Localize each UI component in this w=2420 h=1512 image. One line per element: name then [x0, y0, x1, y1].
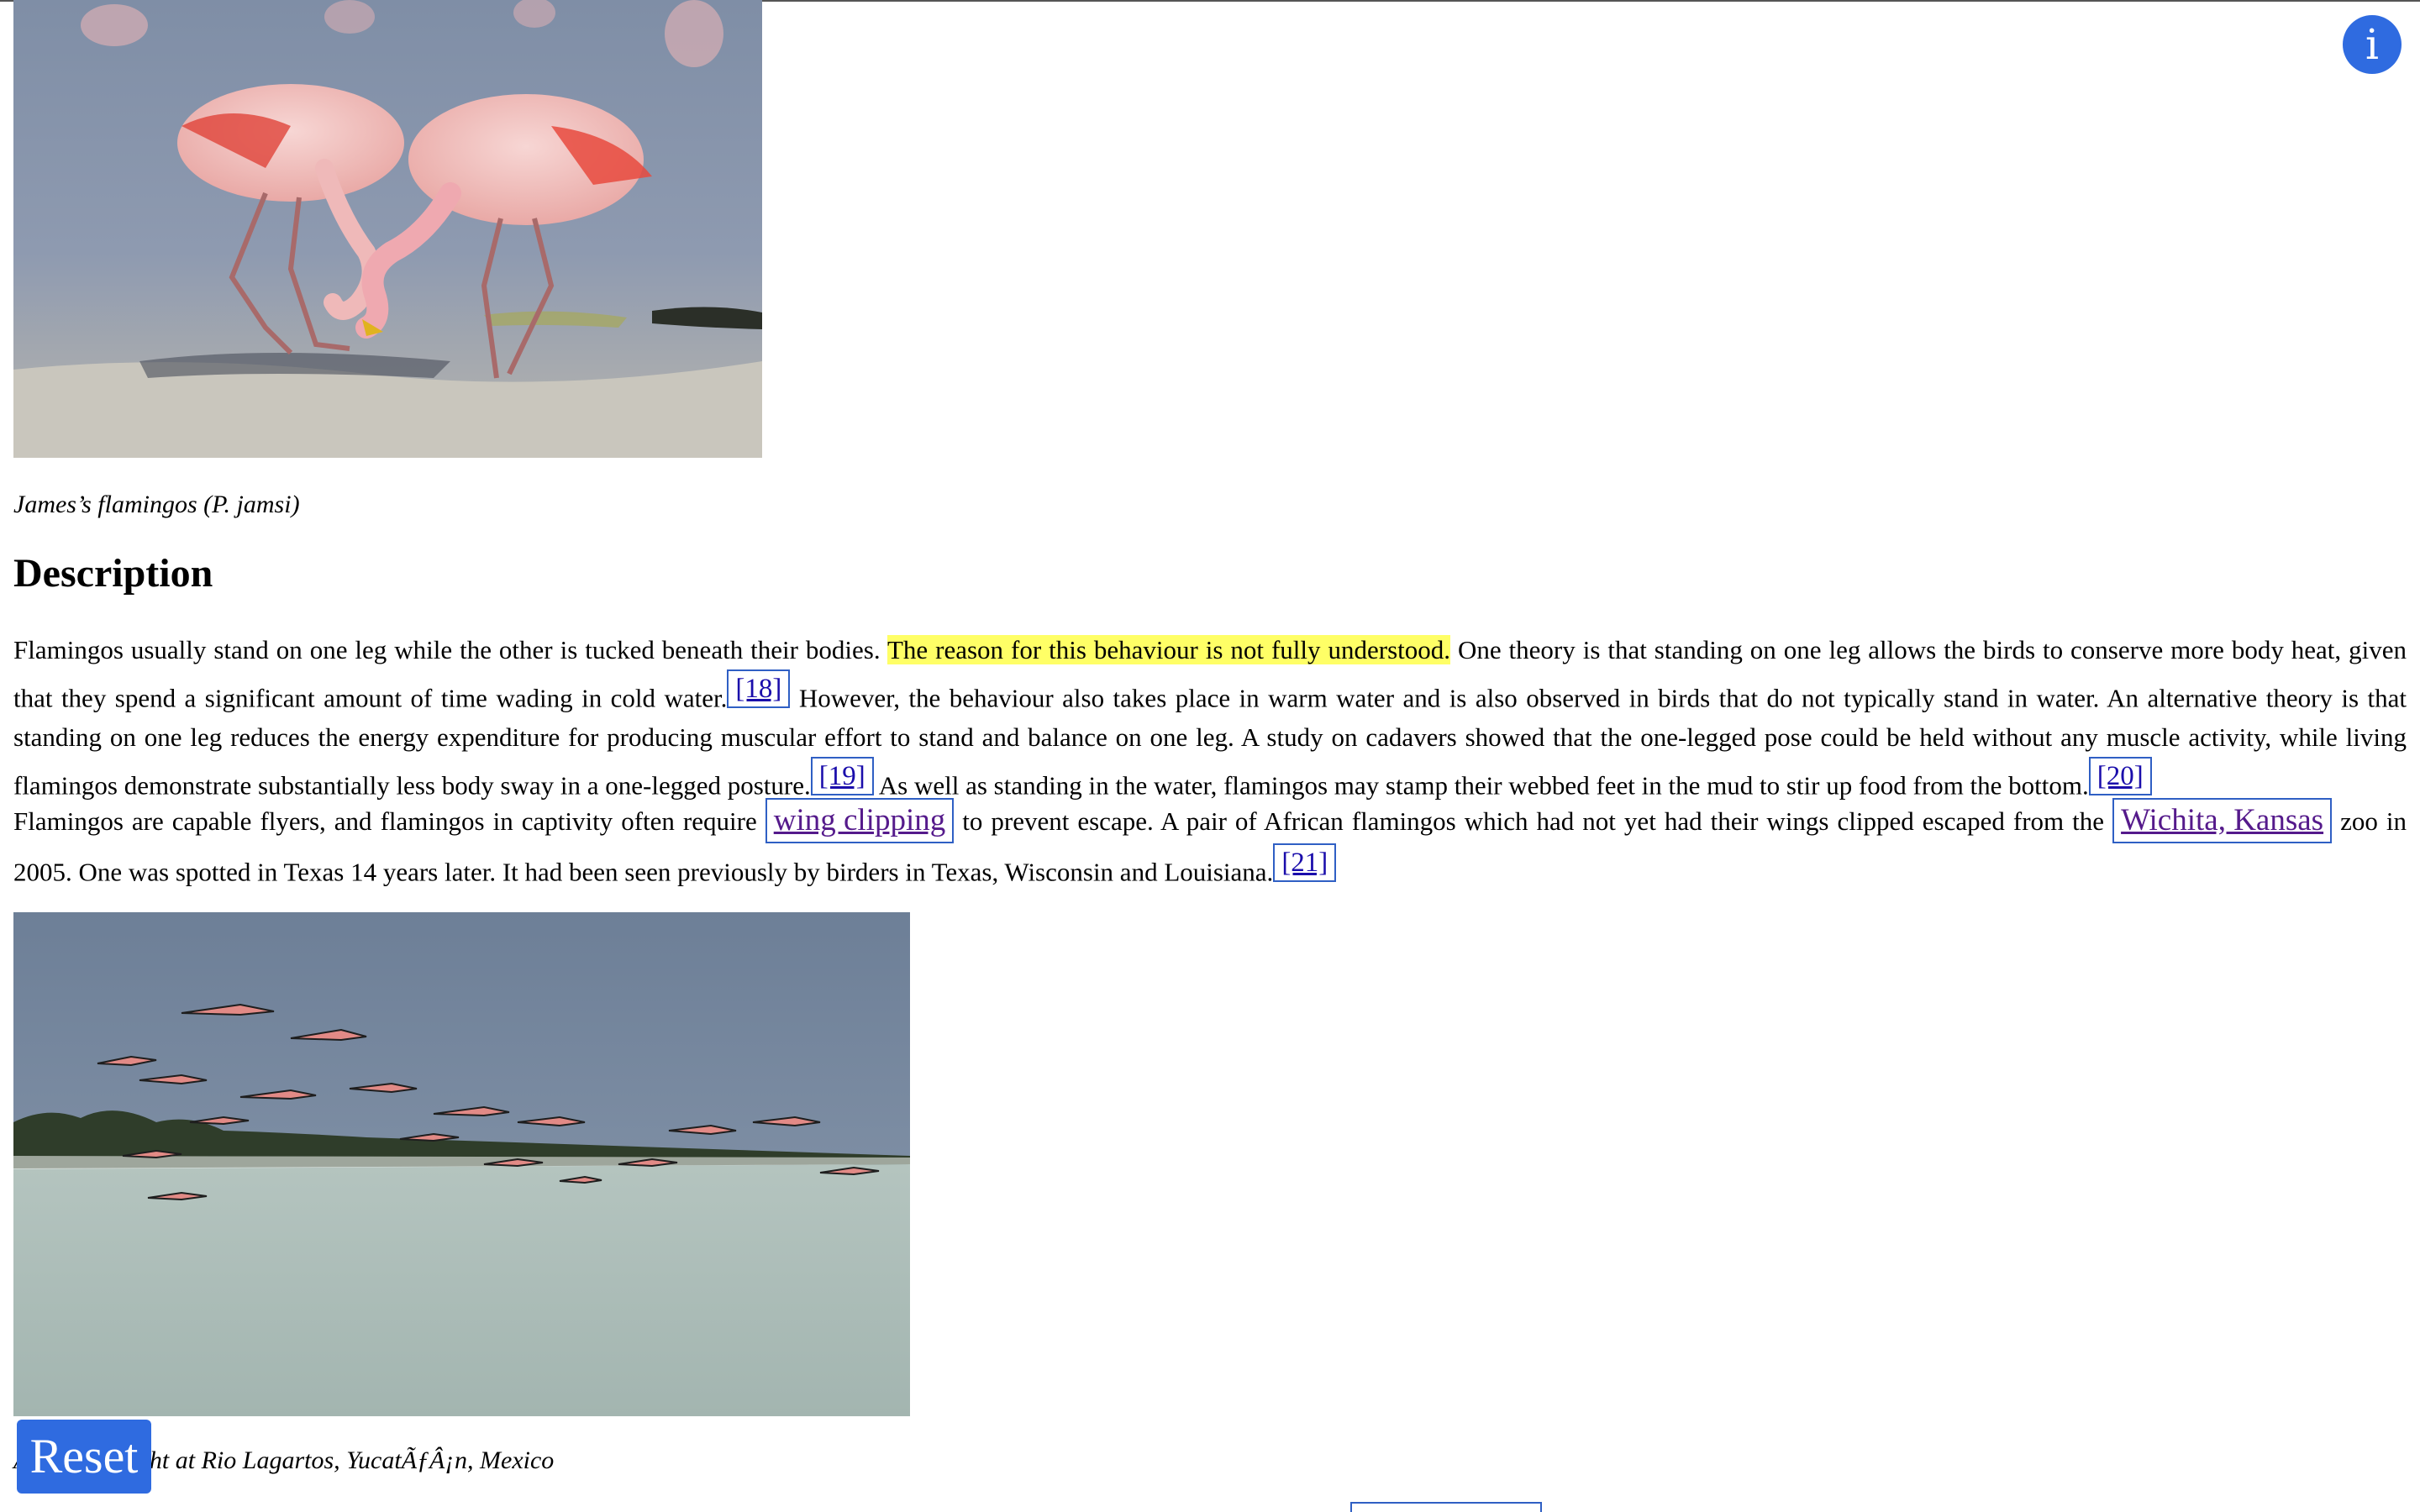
highlighted-sentence[interactable]: The reason for this behaviour is not ful…	[887, 635, 1450, 664]
page: James’s flamingos (P. jamsi) Description…	[0, 0, 2420, 1512]
description-paragraph-1: Flamingos usually stand on one leg while…	[13, 630, 2407, 806]
figure-caption: James’s flamingos (P. jamsi)	[13, 491, 300, 518]
paragraph-text: to prevent escape. A pair of African fla…	[954, 806, 2113, 836]
reset-button[interactable]: Reset	[17, 1420, 151, 1494]
partially-visible-element	[1350, 1502, 1542, 1512]
wichita-kansas-link[interactable]: Wichita, Kansas	[2112, 798, 2333, 843]
citation-link-21[interactable]: [21]	[1273, 843, 1337, 882]
citation-link-18[interactable]: [18]	[727, 669, 791, 708]
info-button[interactable]: i	[2343, 15, 2402, 74]
flamingos-in-flight-image	[13, 912, 910, 1416]
citation-link-20[interactable]: [20]	[2088, 757, 2152, 796]
paragraph-text: As well as standing in the water, flamin…	[873, 770, 2089, 801]
wing-clipping-link[interactable]: wing clipping	[765, 798, 955, 843]
citation-link-19[interactable]: [19]	[810, 757, 874, 796]
description-paragraph-2: Flamingos are capable flyers, and flamin…	[13, 798, 2407, 893]
section-heading: Description	[13, 551, 213, 596]
paragraph-text: Flamingos are capable flyers, and flamin…	[13, 806, 765, 836]
james-flamingos-image	[13, 0, 762, 458]
paragraph-text: Flamingos usually stand on one leg while…	[13, 635, 887, 664]
